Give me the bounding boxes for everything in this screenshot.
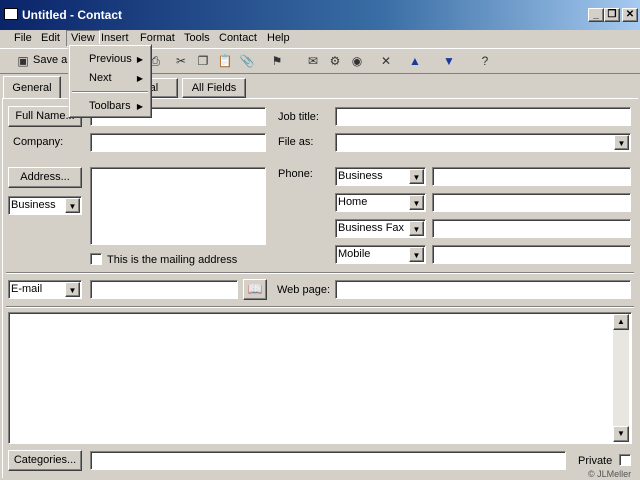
menu-item-label: Next — [89, 72, 112, 84]
submenu-arrow-icon: ▶ — [136, 74, 143, 83]
submenu-arrow-icon: ▶ — [136, 55, 143, 64]
submenu-arrow-icon: ▶ — [136, 102, 143, 111]
menu-edit[interactable]: Edit — [37, 30, 64, 47]
notes-scrollbar[interactable] — [613, 314, 629, 442]
new-contact-icon[interactable]: ✉ — [304, 52, 322, 70]
map-icon[interactable]: ⚙ — [326, 52, 344, 70]
web-page-input[interactable] — [335, 280, 631, 299]
job-title-input[interactable] — [335, 107, 631, 126]
next-item-icon[interactable]: ▼ — [440, 52, 458, 70]
view-menu-popup: Previous ▶ Next ▶ Toolbars ▶ — [68, 44, 152, 118]
phone-type-dropdown-3[interactable]: Business Fax ▼ — [335, 219, 426, 238]
close-button[interactable]: ✕ — [622, 8, 638, 22]
private-checkbox[interactable] — [619, 454, 631, 466]
save-icon[interactable]: ▣ — [14, 52, 32, 70]
menu-contact[interactable]: Contact — [215, 30, 261, 47]
menu-item-next[interactable]: Next ▶ — [71, 70, 149, 87]
paste-icon[interactable]: 📋 — [216, 52, 234, 70]
web-page-label: Web page: — [277, 284, 331, 296]
chevron-down-icon[interactable]: ▼ — [65, 282, 80, 297]
file-as-label: File as: — [278, 136, 314, 148]
phone-type-value: Home — [338, 196, 368, 208]
phone-input-4[interactable] — [432, 245, 631, 264]
minimize-button[interactable]: _ — [588, 8, 604, 22]
email-type-dropdown[interactable]: E-mail ▼ — [8, 280, 82, 299]
previous-item-icon[interactable]: ▲ — [406, 52, 424, 70]
phone-input-3[interactable] — [432, 219, 631, 238]
address-book-icon[interactable]: 📖 — [243, 279, 267, 300]
menu-item-label: Previous — [89, 53, 132, 65]
scroll-up-icon[interactable]: ▲ — [613, 314, 629, 330]
divider — [6, 272, 634, 274]
categories-button[interactable]: Categories... — [8, 450, 82, 471]
window-title: Untitled - Contact — [22, 8, 122, 22]
help-icon[interactable]: ? — [476, 52, 494, 70]
follow-up-icon[interactable]: ⚑ — [268, 52, 286, 70]
company-label: Company: — [13, 136, 64, 148]
chevron-down-icon[interactable]: ▼ — [614, 135, 629, 150]
menu-item-toolbars[interactable]: Toolbars ▶ — [71, 98, 149, 115]
address-button[interactable]: Address... — [8, 167, 82, 188]
menu-separator — [72, 91, 148, 93]
tab-all-fields[interactable]: All Fields — [182, 78, 246, 98]
chevron-down-icon[interactable]: ▼ — [409, 169, 424, 184]
divider — [6, 306, 634, 308]
chevron-down-icon[interactable]: ▼ — [65, 198, 80, 213]
phone-type-dropdown-4[interactable]: Mobile ▼ — [335, 245, 426, 264]
phone-type-dropdown-1[interactable]: Business ▼ — [335, 167, 426, 186]
job-title-label: Job title: — [278, 111, 319, 123]
file-as-dropdown[interactable]: ▼ — [335, 133, 631, 152]
address-textarea[interactable] — [90, 167, 266, 245]
menu-tools[interactable]: Tools — [180, 30, 214, 47]
chevron-down-icon[interactable]: ▼ — [409, 195, 424, 210]
scroll-down-icon[interactable]: ▼ — [613, 426, 629, 442]
phone-type-value: Business — [338, 170, 383, 182]
tab-general[interactable]: General — [3, 76, 61, 99]
notes-textarea[interactable] — [8, 312, 632, 444]
phone-input-2[interactable] — [432, 193, 631, 212]
copy-icon[interactable]: ❐ — [194, 52, 212, 70]
email-input[interactable] — [90, 280, 238, 299]
address-type-value: Business — [11, 199, 56, 211]
categories-input[interactable] — [90, 451, 566, 470]
web-icon[interactable]: ◉ — [348, 52, 366, 70]
phone-type-value: Mobile — [338, 248, 371, 260]
restore-button[interactable]: ❐ — [604, 8, 620, 22]
phone-type-dropdown-2[interactable]: Home ▼ — [335, 193, 426, 212]
phone-input-1[interactable] — [432, 167, 631, 186]
attach-icon[interactable]: 📎 — [238, 52, 256, 70]
email-type-value: E-mail — [11, 283, 43, 295]
watermark: © JLMeller — [588, 469, 632, 479]
private-label: Private — [578, 455, 613, 467]
delete-icon[interactable]: ✕ — [377, 52, 395, 70]
mailing-address-checkbox[interactable] — [90, 253, 102, 265]
company-input[interactable] — [90, 133, 266, 152]
menu-help[interactable]: Help — [263, 30, 294, 47]
cut-icon[interactable]: ✂ — [172, 52, 190, 70]
menu-item-previous[interactable]: Previous ▶ — [71, 51, 149, 68]
phone-label: Phone: — [278, 168, 313, 180]
chevron-down-icon[interactable]: ▼ — [409, 221, 424, 236]
save-and-close-label[interactable]: Save a — [33, 54, 67, 66]
address-type-dropdown[interactable]: Business ▼ — [8, 196, 82, 215]
contact-app-icon[interactable] — [4, 8, 18, 20]
menu-item-label: Toolbars — [89, 100, 131, 112]
phone-type-value: Business Fax — [338, 222, 405, 234]
mailing-address-label: This is the mailing address — [107, 254, 238, 266]
chevron-down-icon[interactable]: ▼ — [409, 247, 424, 262]
menu-file[interactable]: File — [10, 30, 36, 47]
